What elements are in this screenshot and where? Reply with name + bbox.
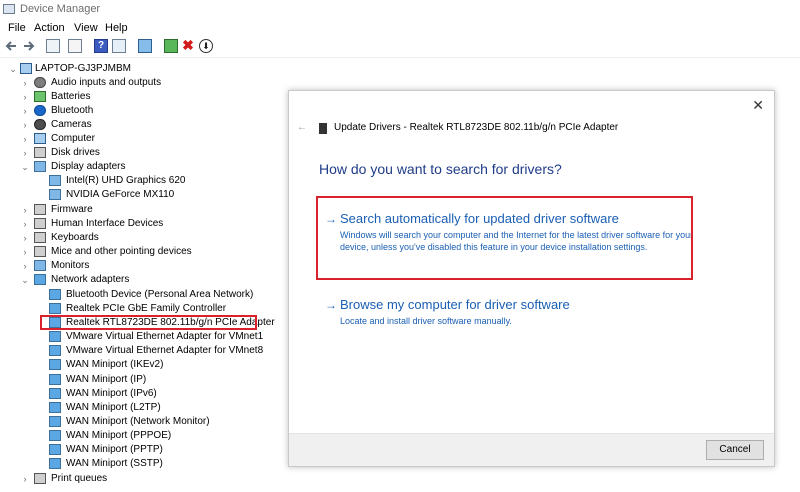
computer-icon [34, 133, 46, 144]
arrow-right-icon: → [325, 298, 337, 312]
add-driver-icon[interactable] [164, 39, 178, 53]
device-manager-icon [3, 4, 15, 14]
dialog-question: How do you want to search for drivers? [319, 161, 562, 177]
disk-drive-icon [34, 147, 46, 158]
monitor-icon [34, 260, 46, 271]
option-title[interactable]: Browse my computer for driver software [340, 297, 570, 312]
chevron-right-icon[interactable]: › [20, 259, 30, 273]
network-adapter-icon [49, 345, 61, 356]
network-adapter-icon [49, 388, 61, 399]
menu-help[interactable]: Help [105, 22, 128, 34]
chevron-right-icon[interactable]: › [20, 90, 30, 104]
network-adapter-icon [49, 303, 61, 314]
camera-icon [34, 119, 46, 130]
show-hide-console-tree-icon[interactable] [46, 39, 60, 53]
device-icon [319, 123, 327, 134]
chevron-right-icon[interactable]: › [20, 217, 30, 231]
scan-hardware-icon[interactable] [138, 39, 152, 53]
title-bar: Device Manager [0, 0, 800, 19]
chevron-down-icon[interactable]: ⌄ [8, 62, 18, 76]
network-adapter-icon [49, 402, 61, 413]
chevron-down-icon[interactable]: ⌄ [20, 273, 30, 287]
chevron-right-icon[interactable]: › [20, 245, 30, 259]
hid-icon [34, 218, 46, 229]
toolbar: ? ✖ ⬇ [0, 37, 800, 58]
device-tree: ⌄ LAPTOP-GJ3PJMBM › Audio inputs and outp… [0, 58, 290, 492]
network-adapter-icon [49, 458, 61, 469]
speaker-icon [34, 77, 46, 88]
chevron-right-icon[interactable]: › [20, 203, 30, 217]
menu-file[interactable]: File [8, 22, 26, 34]
back-arrow-icon[interactable] [4, 39, 18, 53]
chevron-right-icon[interactable]: › [20, 104, 30, 118]
network-adapter-icon [49, 359, 61, 370]
menu-bar: File Action View Help [0, 19, 800, 37]
properties-page-icon[interactable] [68, 39, 82, 53]
option-description: Locate and install driver software manua… [340, 316, 512, 326]
menu-action[interactable]: Action [34, 22, 65, 34]
network-adapter-icon [49, 331, 61, 342]
network-adapter-icon [49, 416, 61, 427]
forward-arrow-icon[interactable] [22, 39, 36, 53]
close-icon[interactable]: ✕ [752, 97, 764, 114]
network-adapter-icon [49, 430, 61, 441]
chevron-right-icon[interactable]: › [20, 472, 30, 486]
update-driver-icon[interactable]: ⬇ [199, 39, 213, 53]
chevron-right-icon[interactable]: › [20, 118, 30, 132]
bluetooth-icon [34, 105, 46, 116]
network-adapter-icon [49, 374, 61, 385]
chevron-right-icon[interactable]: › [20, 231, 30, 245]
display-adapter-icon [49, 189, 61, 200]
tree-root[interactable]: ⌄ LAPTOP-GJ3PJMBM [0, 62, 290, 76]
chevron-right-icon[interactable]: › [20, 132, 30, 146]
printer-icon [34, 473, 46, 484]
uninstall-x-icon[interactable]: ✖ [181, 38, 195, 53]
keyboard-icon [34, 232, 46, 243]
menu-view[interactable]: View [74, 22, 98, 34]
chevron-right-icon[interactable]: › [20, 146, 30, 160]
display-adapter-icon [34, 161, 46, 172]
dialog-header: Update Drivers - Realtek RTL8723DE 802.1… [334, 122, 619, 133]
network-adapter-icon [49, 289, 61, 300]
battery-icon [34, 91, 46, 102]
chevron-down-icon[interactable]: ⌄ [20, 160, 30, 174]
view-icon[interactable] [112, 39, 126, 53]
computer-icon [20, 63, 32, 74]
mouse-icon [34, 246, 46, 257]
dialog-footer: Cancel [289, 433, 774, 466]
window-title: Device Manager [20, 3, 101, 15]
back-arrow-icon[interactable]: ← [297, 122, 307, 133]
highlight-box-search-automatically [316, 196, 693, 280]
network-adapter-icon [49, 444, 61, 455]
network-adapter-icon [34, 274, 46, 285]
browse-computer-option[interactable]: → Browse my computer for driver software… [319, 297, 739, 333]
highlight-box-realtek-adapter [40, 315, 257, 330]
cancel-button[interactable]: Cancel [706, 440, 764, 460]
firmware-icon [34, 204, 46, 215]
chevron-right-icon[interactable]: › [20, 76, 30, 90]
display-adapter-icon [49, 175, 61, 186]
help-icon[interactable]: ? [94, 39, 108, 53]
